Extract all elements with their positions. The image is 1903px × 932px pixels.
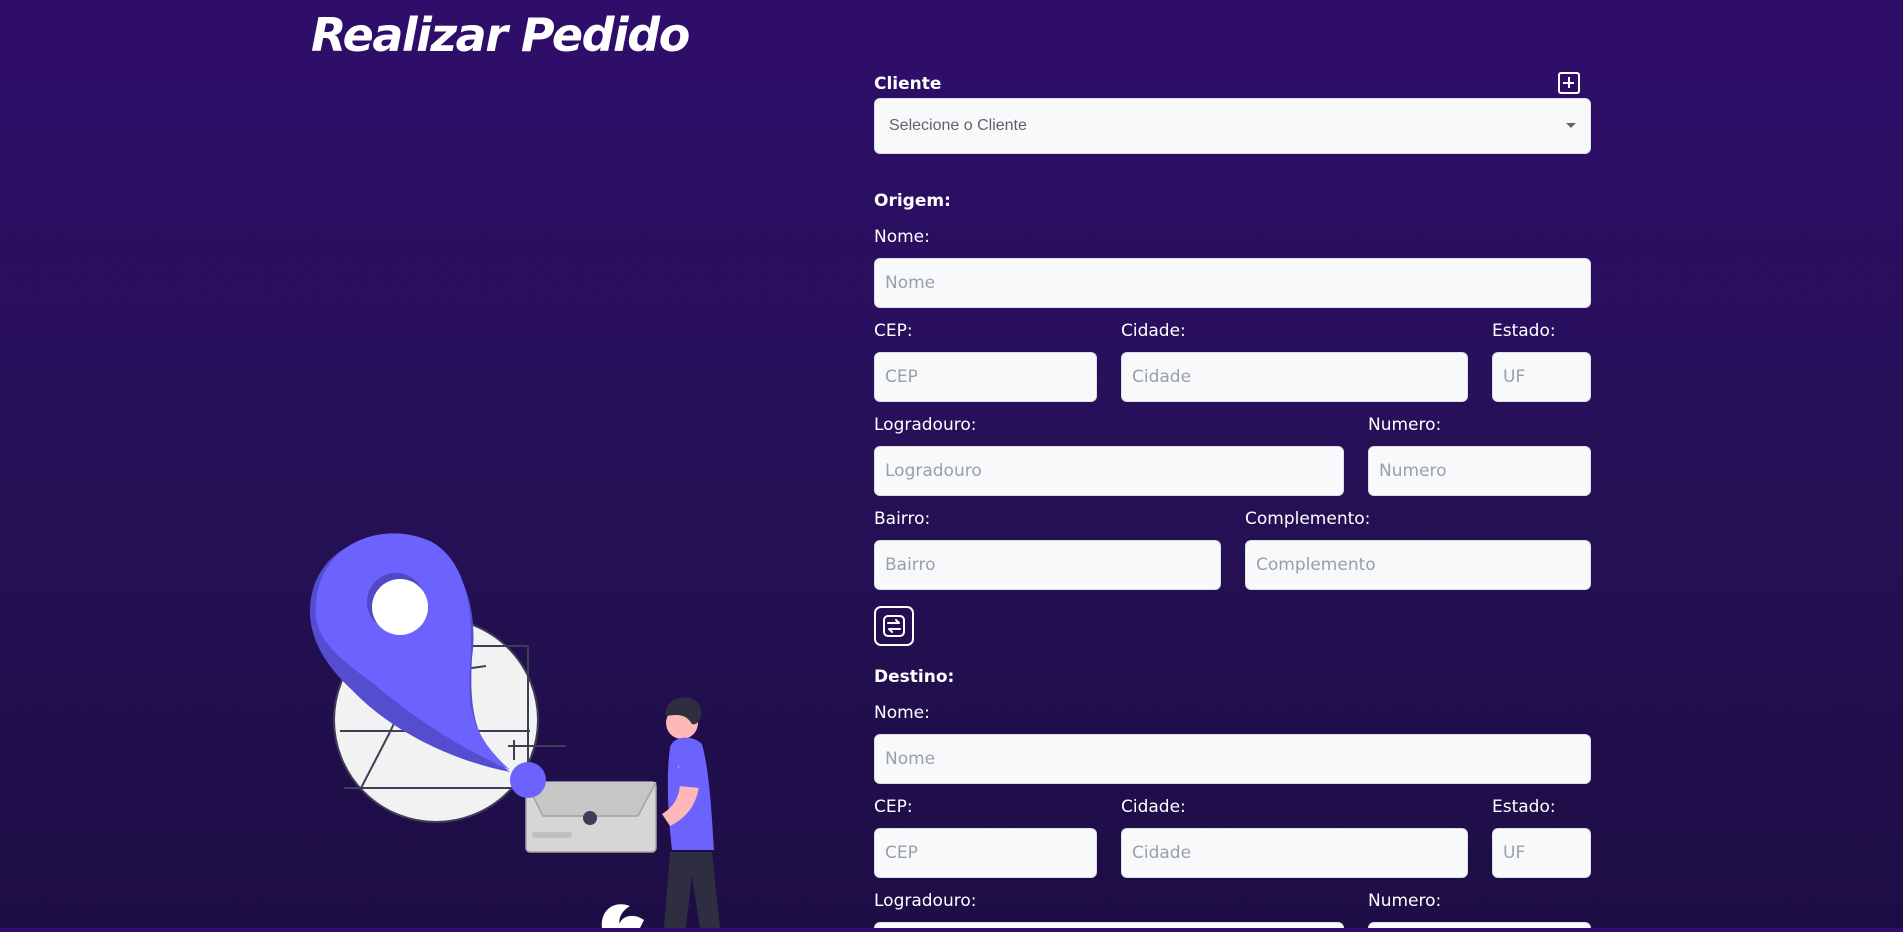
origem-estado-input[interactable]	[1492, 352, 1591, 402]
destino-nome-label: Nome:	[874, 703, 930, 723]
destino-numero-label: Numero:	[1368, 891, 1442, 911]
origem-complemento-input[interactable]	[1245, 540, 1591, 590]
origem-estado-label: Estado:	[1492, 321, 1556, 341]
destino-logradouro-label: Logradouro:	[874, 891, 977, 911]
origem-nome-input[interactable]	[874, 258, 1591, 308]
origem-nome-label: Nome:	[874, 227, 930, 247]
origem-bairro-input[interactable]	[874, 540, 1221, 590]
origem-logradouro-label: Logradouro:	[874, 415, 977, 435]
swap-arrows-icon	[883, 615, 905, 637]
destino-nome-input[interactable]	[874, 734, 1591, 784]
origem-logradouro-input[interactable]	[874, 446, 1344, 496]
add-client-button[interactable]	[1558, 72, 1580, 94]
destino-cidade-input[interactable]	[1121, 828, 1468, 878]
destino-heading: Destino:	[874, 667, 955, 687]
location-map-illustration	[309, 533, 720, 928]
page-title: Realizar Pedido	[311, 8, 690, 62]
cliente-label: Cliente	[874, 74, 942, 94]
destino-cep-input[interactable]	[874, 828, 1097, 878]
origem-complemento-label: Complemento:	[1245, 509, 1371, 529]
cliente-select-placeholder: Selecione o Cliente	[889, 117, 1027, 134]
origem-bairro-label: Bairro:	[874, 509, 931, 529]
destino-cep-label: CEP:	[874, 797, 913, 817]
destino-logradouro-input[interactable]	[874, 922, 1344, 928]
destino-numero-input[interactable]	[1368, 922, 1591, 928]
destino-estado-input[interactable]	[1492, 828, 1591, 878]
origem-cidade-input[interactable]	[1121, 352, 1468, 402]
origem-cidade-label: Cidade:	[1121, 321, 1186, 341]
origem-cep-label: CEP:	[874, 321, 913, 341]
swap-origin-destination-button[interactable]	[874, 606, 914, 646]
cliente-select[interactable]: Selecione o Cliente	[874, 98, 1591, 154]
chevron-down-icon	[1566, 123, 1576, 128]
destino-estado-label: Estado:	[1492, 797, 1556, 817]
delivery-illustration	[300, 520, 750, 928]
origem-numero-input[interactable]	[1368, 446, 1591, 496]
origem-heading: Origem:	[874, 191, 951, 211]
destino-cidade-label: Cidade:	[1121, 797, 1186, 817]
order-form: Cliente Selecione o Cliente Origem: Nome…	[874, 0, 1591, 928]
origem-cep-input[interactable]	[874, 352, 1097, 402]
origem-numero-label: Numero:	[1368, 415, 1442, 435]
